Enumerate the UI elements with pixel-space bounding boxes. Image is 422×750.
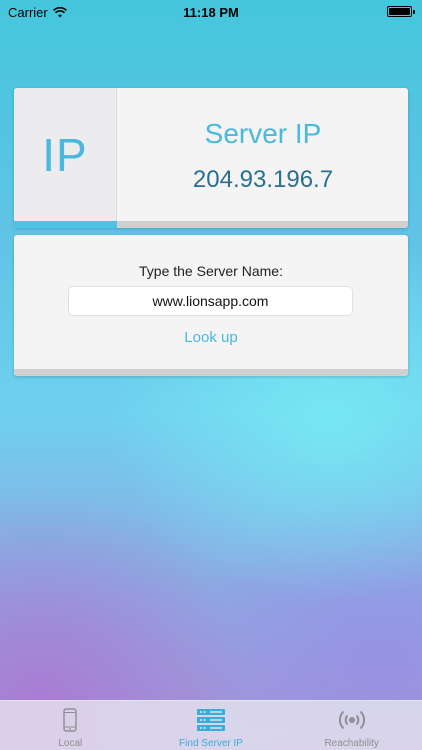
server-ip-value: 204.93.196.7 <box>192 166 334 193</box>
ip-glyph: IP <box>42 128 88 181</box>
tab-label: Reachability <box>324 738 379 749</box>
tab-label: Find Server IP <box>179 738 243 749</box>
ip-info: Server IP 204.93.196.7 <box>118 88 408 221</box>
phone-icon <box>63 708 78 732</box>
server-name-input[interactable] <box>68 286 353 316</box>
tab-local[interactable]: Local <box>0 701 141 750</box>
server-ip-title: Server IP <box>204 118 322 149</box>
tab-label: Local <box>58 738 83 749</box>
status-bar: Carrier 11:18 PM <box>0 0 422 24</box>
battery-icon <box>387 6 415 17</box>
broadcast-icon <box>338 710 365 730</box>
tab-find-server-ip[interactable]: Find Server IP <box>141 701 282 750</box>
look-up-button[interactable]: Look up <box>161 325 261 349</box>
tab-bar: Local Find Server IP Reachability <box>0 700 422 750</box>
server-ip-card: IP Server IP 204.93.196.7 <box>14 88 408 228</box>
status-time: 11:18 PM <box>183 5 239 20</box>
ip-progress-bar <box>14 221 117 228</box>
battery-fill <box>389 8 410 15</box>
server-name-label: Type the Server Name: <box>139 263 283 279</box>
lookup-card: Type the Server Name: Look up <box>14 235 408 376</box>
server-icon <box>197 709 225 731</box>
tab-reachability[interactable]: Reachability <box>281 701 422 750</box>
card-bottom-bar <box>14 369 408 376</box>
ip-badge: IP <box>14 88 117 221</box>
